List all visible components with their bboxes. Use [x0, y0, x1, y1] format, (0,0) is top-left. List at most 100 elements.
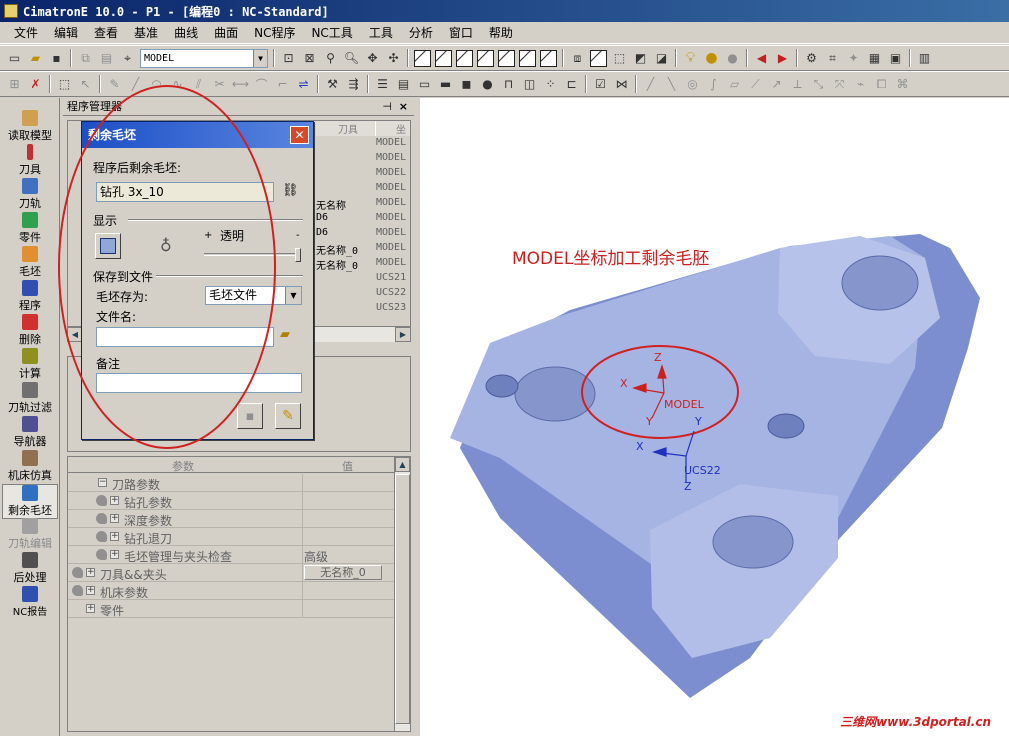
grid-icon[interactable]: ⊞ [6, 76, 23, 93]
line-tool-2-icon[interactable]: ╲ [663, 76, 680, 93]
line-icon[interactable]: ╱ [127, 76, 144, 93]
rotate-icon[interactable]: ✣ [385, 50, 402, 67]
wireframe-icon[interactable]: ⬚ [611, 50, 628, 67]
circle-tool-icon[interactable]: ◎ [684, 76, 701, 93]
expand-icon[interactable]: + [110, 496, 119, 505]
sketch-icon[interactable]: ✎ [106, 76, 123, 93]
sphere-icon[interactable]: ● [479, 76, 496, 93]
window-tile-icon[interactable]: ▥ [916, 50, 933, 67]
toolpath-edit-small-icon[interactable]: ⚒ [324, 76, 341, 93]
dialog-title-bar[interactable]: 剩余毛坯 [82, 122, 313, 148]
zoom-window-icon[interactable]: ⊠ [301, 50, 318, 67]
param-row[interactable]: + 零件 [68, 600, 394, 618]
next-icon[interactable]: ▶ [774, 50, 791, 67]
xyz-tool-icon[interactable]: ⌘ [894, 76, 911, 93]
ltb-compute[interactable]: 计算 [2, 348, 58, 381]
graphics-viewport[interactable]: Z X Y MODEL X Y Z UCS22 MODEL坐标加工剩余毛胚 三维… [420, 98, 1009, 736]
param-row[interactable]: + 毛坯管理与夹头检查 高级 [68, 546, 394, 564]
chevron-down-icon[interactable]: ▼ [285, 287, 301, 304]
expand-icon[interactable]: + [86, 586, 95, 595]
ltb-filter[interactable]: 刀轨过滤 [2, 382, 58, 415]
menu-window[interactable]: 窗口 [441, 22, 481, 44]
menu-file[interactable]: 文件 [6, 22, 46, 44]
col-tool-header[interactable]: 刀具 [316, 121, 376, 136]
table-icon[interactable]: ▤ [395, 76, 412, 93]
param-vscroll[interactable]: ▲ [394, 457, 410, 731]
menu-curve[interactable]: 曲线 [166, 22, 206, 44]
menu-nc-program[interactable]: NC程序 [246, 22, 303, 44]
copy-icon[interactable]: ⧉ [77, 50, 94, 67]
split-tool-icon[interactable]: ⤡ [810, 76, 827, 93]
param-value[interactable]: 无名称_0 [304, 565, 382, 580]
chamfer-icon[interactable]: ⌐ [274, 76, 291, 93]
menu-view[interactable]: 查看 [86, 22, 126, 44]
point-icon[interactable]: ⁘ [542, 76, 559, 93]
fillet-icon[interactable]: ⌒ [253, 76, 270, 93]
list-icon[interactable]: ☰ [374, 76, 391, 93]
close-icon[interactable]: × [399, 98, 408, 116]
bound-tool-icon[interactable]: ⟂ [789, 76, 806, 93]
menu-help[interactable]: 帮助 [481, 22, 521, 44]
prev-icon[interactable]: ◀ [753, 50, 770, 67]
param-row[interactable]: + 钻孔参数 [68, 492, 394, 510]
ltb-read-model[interactable]: 读取模型 [2, 110, 58, 143]
view-left-icon[interactable] [519, 49, 536, 67]
col-ucs-header[interactable]: 坐 [376, 121, 410, 136]
tag-icon[interactable]: ⊓ [500, 76, 517, 93]
parameter-grid[interactable]: 参数 值 − 刀路参数 + 钻孔参数 + 深度参数 + 钻孔退刀 + 毛坯管理与夹头检查 高级 + 刀具… [67, 456, 411, 732]
zoom-select-icon[interactable]: ⚲ [322, 50, 339, 67]
light-on-icon[interactable]: ● [703, 50, 720, 67]
trim-icon[interactable]: ✂ [211, 76, 228, 93]
view-top-icon[interactable] [456, 49, 473, 67]
menu-surface[interactable]: 曲面 [206, 22, 246, 44]
slider-thumb[interactable] [295, 248, 301, 262]
zoom-all-icon[interactable]: ⊡ [280, 50, 297, 67]
select-box-icon[interactable]: ⬚ [56, 76, 73, 93]
zoom-icon[interactable]: 🔍︎ [343, 50, 360, 67]
join-tool-icon[interactable]: ⤧ [831, 76, 848, 93]
transparency-slider[interactable] [204, 248, 301, 262]
ltb-program[interactable]: 程序 [2, 280, 58, 313]
ltb-nc-report[interactable]: NC报告 [2, 586, 58, 618]
expand-icon[interactable]: + [86, 568, 95, 577]
menu-analysis[interactable]: 分析 [401, 22, 441, 44]
param-row[interactable]: − 刀路参数 [68, 474, 394, 492]
ucs-icon[interactable]: ⌖ [119, 50, 136, 67]
save-button[interactable]: ▪ [237, 403, 263, 429]
pick-icon[interactable]: ✦ [845, 50, 862, 67]
save-icon[interactable]: ▪ [48, 50, 65, 67]
extend-icon[interactable]: ⟷ [232, 76, 249, 93]
paste-icon[interactable]: ▤ [98, 50, 115, 67]
pointer-icon[interactable]: ↖ [77, 76, 94, 93]
ltb-remaining-stock[interactable]: 剩余毛坯 [2, 484, 58, 519]
dialog-close-button[interactable]: ✕ [290, 126, 309, 144]
model-combo[interactable]: MODEL ▼ [140, 48, 268, 68]
param-row[interactable]: + 钻孔退刀 [68, 528, 394, 546]
shaded-icon[interactable] [590, 49, 607, 67]
menu-tools[interactable]: 工具 [361, 22, 401, 44]
view-back-icon[interactable] [498, 49, 515, 67]
ltb-delete[interactable]: 删除 [2, 314, 58, 347]
pin-icon[interactable]: ⊣ [382, 98, 392, 116]
ltb-tool[interactable]: 刀具 [2, 144, 58, 177]
menu-datum[interactable]: 基准 [126, 22, 166, 44]
frame-tool-icon[interactable]: ⧠ [873, 76, 890, 93]
bubble-icon[interactable]: ◼ [458, 76, 475, 93]
param-value[interactable]: 高级 [304, 548, 328, 565]
ltb-navigator[interactable]: 导航器 [2, 416, 58, 449]
select-icon[interactable]: ⌗ [824, 50, 841, 67]
break-tool-icon[interactable]: ⌁ [852, 76, 869, 93]
filter-icon[interactable]: ⚙ [803, 50, 820, 67]
scroll-right-icon[interactable]: ▶ [395, 327, 411, 342]
param-row[interactable]: + 深度参数 [68, 510, 394, 528]
expand-icon[interactable]: + [110, 514, 119, 523]
panel-icon[interactable]: ▬ [437, 76, 454, 93]
expand-icon[interactable]: + [86, 604, 95, 613]
render-icon[interactable]: ◩ [632, 50, 649, 67]
menu-nc-tools[interactable]: NC工具 [303, 22, 360, 44]
tree-select-icon[interactable]: ⛓ [282, 183, 299, 198]
expand-icon[interactable]: + [110, 550, 119, 559]
open-folder-icon[interactable]: ▰ [27, 50, 44, 67]
ltb-post-process[interactable]: 后处理 [2, 552, 58, 585]
remaining-program-field[interactable]: 钻孔 3x_10 [96, 182, 274, 202]
